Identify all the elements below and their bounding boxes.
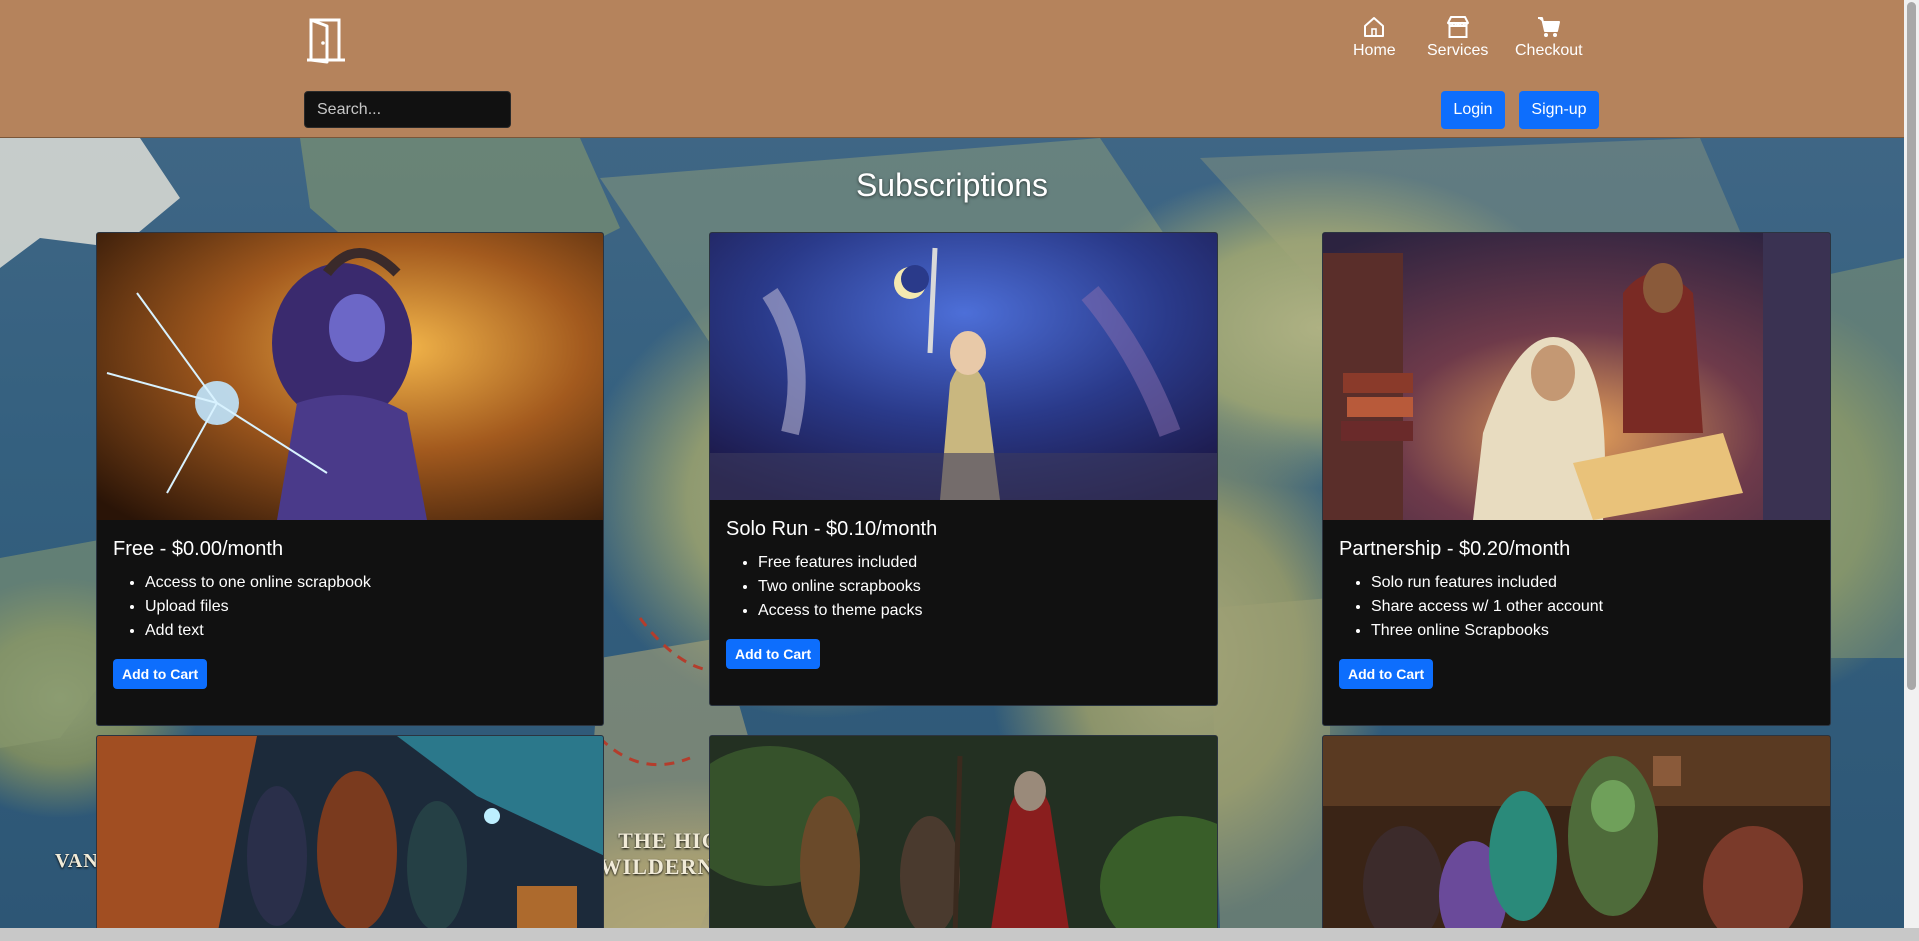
- product-card: [96, 735, 604, 935]
- add-to-cart-button[interactable]: Add to Cart: [1339, 659, 1434, 689]
- feature-item: Two online scrapbooks: [758, 575, 1201, 599]
- product-card: [1322, 735, 1831, 935]
- card-image-paladin: [710, 233, 1217, 500]
- card-image-scholars: [1323, 233, 1830, 520]
- card-title: Solo Run - $0.10/month: [726, 518, 938, 540]
- card-title: Partnership - $0.20/month: [1339, 538, 1571, 560]
- login-button[interactable]: Login: [1441, 91, 1505, 129]
- nav-checkout[interactable]: Checkout: [1515, 14, 1583, 60]
- nav-services-label: Services: [1427, 42, 1489, 59]
- page-title: Subscriptions: [855, 167, 1049, 203]
- feature-list: Access to one online scrapbook Upload fi…: [113, 571, 587, 643]
- page: Home Services Checkout Login Sign-up: [0, 0, 1919, 941]
- cart-icon: [1537, 17, 1560, 37]
- nav-home-label: Home: [1353, 42, 1396, 59]
- site-header: Home Services Checkout Login Sign-up: [0, 0, 1904, 138]
- feature-item: Access to one online scrapbook: [145, 571, 587, 595]
- card-image-forest-group: [710, 736, 1217, 934]
- door-logo-icon[interactable]: [307, 16, 347, 64]
- scrollbar-thumb[interactable]: [1907, 2, 1916, 690]
- add-to-cart-button[interactable]: Add to Cart: [113, 659, 208, 689]
- nav-home[interactable]: Home: [1353, 14, 1396, 60]
- search-input[interactable]: [304, 91, 511, 128]
- nav-services[interactable]: Services: [1427, 14, 1488, 60]
- house-icon: [1364, 17, 1385, 37]
- nav-checkout-label: Checkout: [1515, 42, 1583, 59]
- feature-list: Solo run features included Share access …: [1339, 571, 1814, 643]
- card-title: Free - $0.00/month: [113, 538, 284, 560]
- card-image-tavern: [1323, 736, 1830, 934]
- feature-item: Upload files: [145, 595, 587, 619]
- horizontal-scrollbar[interactable]: [0, 928, 1919, 941]
- subscription-card-solo-run: Solo Run - $0.10/month Free features inc…: [709, 232, 1218, 706]
- shop-icon: [1446, 16, 1469, 38]
- subscription-card-free: Free - $0.00/month Access to one online …: [96, 232, 604, 726]
- product-card: [709, 735, 1218, 935]
- feature-list: Free features included Two online scrapb…: [726, 551, 1201, 623]
- feature-item: Access to theme packs: [758, 599, 1201, 623]
- card-image-cave-party: [97, 736, 603, 934]
- feature-item: Share access w/ 1 other account: [1371, 595, 1814, 619]
- card-body: Solo Run - $0.10/month Free features inc…: [710, 500, 1217, 683]
- card-image-sorceress: [97, 233, 603, 520]
- feature-item: Solo run features included: [1371, 571, 1814, 595]
- feature-item: Add text: [145, 619, 587, 643]
- card-body: Partnership - $0.20/month Solo run featu…: [1323, 520, 1830, 703]
- add-to-cart-button[interactable]: Add to Cart: [726, 639, 821, 669]
- feature-item: Three online Scrapbooks: [1371, 619, 1814, 643]
- subscription-card-partnership: Partnership - $0.20/month Solo run featu…: [1322, 232, 1831, 726]
- vertical-scrollbar[interactable]: [1904, 0, 1919, 928]
- feature-item: Free features included: [758, 551, 1201, 575]
- card-body: Free - $0.00/month Access to one online …: [97, 520, 603, 703]
- signup-button[interactable]: Sign-up: [1519, 91, 1599, 129]
